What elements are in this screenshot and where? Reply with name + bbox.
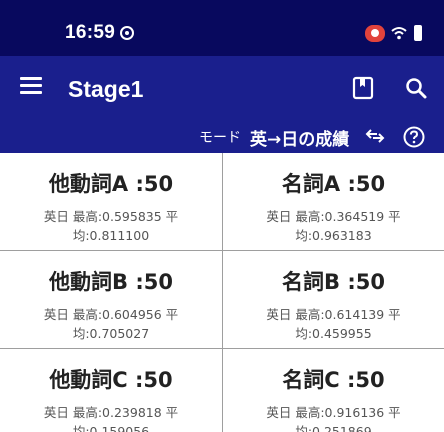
item-title: 名詞C :50 [282,368,385,392]
list-item[interactable]: 他動詞A :50 英日 最高:0.595835 平均:0.811100 [0,153,223,251]
list-item[interactable]: 他動詞B :50 英日 最高:0.604956 平均:0.705027 [0,251,223,349]
screen-record-icon [365,25,385,42]
media-icon [120,26,134,40]
page-title: Stage1 [68,76,144,102]
list-item[interactable]: 他動詞C :50 英日 最高:0.239818 平均:0.159056 [0,349,223,432]
status-bar: 16:59 [0,0,444,56]
battery-icon [414,25,422,41]
item-title: 他動詞B :50 [49,270,173,294]
stage-grid: 他動詞A :50 英日 最高:0.595835 平均:0.811100 名詞A … [0,153,444,432]
book-icon[interactable] [352,76,374,100]
mode-label: モード [199,130,241,146]
search-icon[interactable] [404,76,428,100]
item-title: 名詞B :50 [282,270,385,294]
mode-value[interactable]: 英→日の成績 [250,125,349,150]
item-stats: 英日 最高:0.364519 平均:0.963183 [266,209,401,243]
item-title: 他動詞C :50 [49,368,173,392]
item-stats: 英日 最高:0.595835 平均:0.811100 [43,209,179,243]
item-stats: 英日 最高:0.916136 平均:0.251869 [266,405,401,432]
status-time: 16:59 [65,22,116,43]
help-icon[interactable] [403,126,425,148]
wifi-icon [391,27,407,40]
list-item[interactable]: 名詞B :50 英日 最高:0.614139 平均:0.459955 [223,251,444,349]
mode-row: モード 英→日の成績 [0,124,444,150]
swap-icon[interactable] [365,127,385,145]
menu-icon[interactable] [20,77,44,97]
item-stats: 英日 最高:0.614139 平均:0.459955 [266,307,401,341]
item-stats: 英日 最高:0.604956 平均:0.705027 [43,307,179,341]
app-bar: Stage1 モード 英→日の成績 [0,56,444,153]
list-item[interactable]: 名詞A :50 英日 最高:0.364519 平均:0.963183 [223,153,444,251]
item-stats: 英日 最高:0.239818 平均:0.159056 [43,405,179,432]
item-title: 他動詞A :50 [48,172,174,196]
item-title: 名詞A :50 [281,172,386,196]
list-item[interactable]: 名詞C :50 英日 最高:0.916136 平均:0.251869 [223,349,444,432]
